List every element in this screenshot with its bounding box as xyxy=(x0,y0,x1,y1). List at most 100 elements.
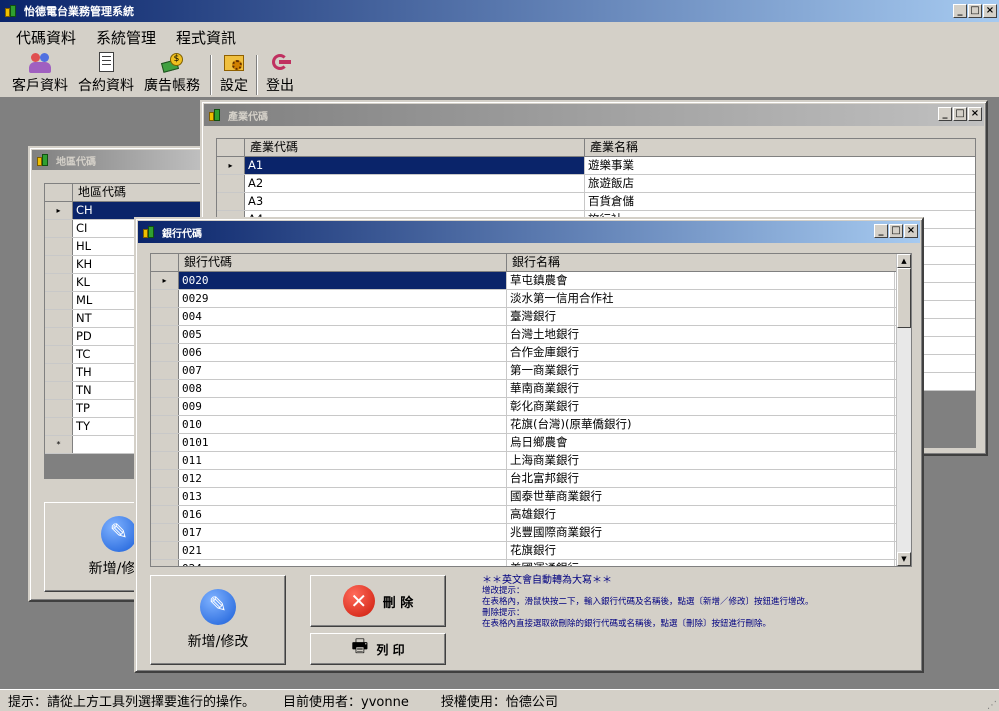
table-row[interactable]: 017 兆豐國際商業銀行 xyxy=(151,524,911,542)
table-cell[interactable]: A2 xyxy=(245,175,585,192)
row-indicator-icon[interactable]: ▸ xyxy=(45,202,73,219)
row-selector[interactable] xyxy=(45,400,73,417)
table-cell[interactable]: 011 xyxy=(179,452,507,469)
resize-grip-icon[interactable]: ⋰ xyxy=(987,700,997,711)
bank-maximize-button[interactable]: □ xyxy=(889,224,903,238)
table-row[interactable]: 013 國泰世華商業銀行 xyxy=(151,488,911,506)
row-selector[interactable] xyxy=(45,256,73,273)
row-selector[interactable] xyxy=(151,326,179,343)
table-cell[interactable]: 花旗銀行 xyxy=(507,542,895,559)
table-row[interactable]: 0101 烏日鄉農會 xyxy=(151,434,911,452)
row-selector[interactable] xyxy=(151,506,179,523)
table-cell[interactable]: 兆豐國際商業銀行 xyxy=(507,524,895,541)
row-selector[interactable] xyxy=(151,380,179,397)
menu-system-admin[interactable]: 系統管理 xyxy=(96,27,156,48)
table-cell[interactable]: 旅遊飯店 xyxy=(585,175,975,192)
row-selector[interactable] xyxy=(217,193,245,210)
ad-billing-button[interactable]: $ 廣告帳務 xyxy=(142,51,202,95)
table-cell[interactable]: 004 xyxy=(179,308,507,325)
industry-minimize-button[interactable]: _ xyxy=(938,107,952,121)
bank-print-button[interactable]: 🖶 列 印 xyxy=(310,633,446,665)
bank-add-edit-button[interactable]: 新增/修改 xyxy=(150,575,286,665)
row-selector[interactable] xyxy=(151,290,179,307)
table-cell[interactable]: 0101 xyxy=(179,434,507,451)
scroll-down-arrow[interactable]: ▼ xyxy=(897,552,911,566)
minimize-button[interactable]: _ xyxy=(953,4,967,18)
row-selector[interactable] xyxy=(217,175,245,192)
row-selector[interactable] xyxy=(151,362,179,379)
table-cell[interactable]: 006 xyxy=(179,344,507,361)
settings-button[interactable]: 設定 xyxy=(218,51,250,95)
table-cell[interactable]: 花旗(台灣)(原華僑銀行) xyxy=(507,416,895,433)
row-selector[interactable] xyxy=(151,398,179,415)
row-indicator-icon[interactable]: ▸ xyxy=(217,157,245,174)
row-selector[interactable] xyxy=(151,542,179,559)
table-cell[interactable]: 臺灣銀行 xyxy=(507,308,895,325)
row-selector[interactable] xyxy=(45,274,73,291)
customer-data-button[interactable]: 客戶資料 xyxy=(10,51,70,95)
menu-program-info[interactable]: 程式資訊 xyxy=(176,27,236,48)
table-row[interactable]: 011 上海商業銀行 xyxy=(151,452,911,470)
bank-delete-button[interactable]: ✕ 刪 除 xyxy=(310,575,446,627)
row-selector[interactable] xyxy=(151,344,179,361)
bank-vertical-scrollbar[interactable]: ▲ ▼ xyxy=(896,254,911,566)
table-cell[interactable]: 010 xyxy=(179,416,507,433)
table-row[interactable]: 006 合作金庫銀行 xyxy=(151,344,911,362)
table-cell[interactable]: 淡水第一信用合作社 xyxy=(507,290,895,307)
table-cell[interactable]: 0029 xyxy=(179,290,507,307)
table-cell[interactable]: 012 xyxy=(179,470,507,487)
table-cell[interactable]: 016 xyxy=(179,506,507,523)
industry-maximize-button[interactable]: □ xyxy=(953,107,967,121)
table-cell[interactable]: A1 xyxy=(245,157,585,174)
scroll-thumb[interactable] xyxy=(897,268,911,328)
scroll-up-arrow[interactable]: ▲ xyxy=(897,254,911,268)
table-cell[interactable]: 009 xyxy=(179,398,507,415)
table-cell[interactable]: 烏日鄉農會 xyxy=(507,434,895,451)
table-row[interactable]: 024美國運通銀行 xyxy=(151,560,911,566)
table-cell[interactable]: 草屯鎮農會 xyxy=(507,272,895,289)
table-cell[interactable]: 013 xyxy=(179,488,507,505)
table-row[interactable]: ▸ A1 遊樂事業 xyxy=(217,157,975,175)
row-selector[interactable] xyxy=(45,418,73,435)
table-cell[interactable]: 017 xyxy=(179,524,507,541)
close-button[interactable]: × xyxy=(983,4,997,18)
table-row[interactable]: ▸ 0020 草屯鎮農會 xyxy=(151,272,911,290)
table-cell[interactable]: 0020 xyxy=(179,272,507,289)
bank-minimize-button[interactable]: _ xyxy=(874,224,888,238)
table-cell[interactable]: 上海商業銀行 xyxy=(507,452,895,469)
table-row[interactable]: 004 臺灣銀行 xyxy=(151,308,911,326)
row-selector[interactable] xyxy=(45,238,73,255)
row-selector[interactable] xyxy=(45,364,73,381)
bank-close-button[interactable]: × xyxy=(904,224,918,238)
table-cell[interactable]: 合作金庫銀行 xyxy=(507,344,895,361)
logout-button[interactable]: 登出 xyxy=(264,51,296,95)
row-selector[interactable] xyxy=(151,488,179,505)
table-cell[interactable]: 024 xyxy=(179,560,507,566)
row-selector[interactable] xyxy=(45,310,73,327)
table-row[interactable]: 007 第一商業銀行 xyxy=(151,362,911,380)
maximize-button[interactable]: □ xyxy=(968,4,982,18)
table-row[interactable]: 008 華南商業銀行 xyxy=(151,380,911,398)
bank-grid[interactable]: 銀行代碼 銀行名稱 ▸ 0020 草屯鎮農會 0029 淡水第一信用合作社 004 臺灣銀行… xyxy=(150,253,912,567)
row-selector[interactable] xyxy=(151,434,179,451)
table-row[interactable]: 010 花旗(台灣)(原華僑銀行) xyxy=(151,416,911,434)
table-cell[interactable]: 005 xyxy=(179,326,507,343)
contract-data-button[interactable]: 合約資料 xyxy=(76,51,136,95)
row-selector[interactable] xyxy=(151,524,179,541)
table-cell[interactable]: 台北富邦銀行 xyxy=(507,470,895,487)
table-row[interactable]: 012 台北富邦銀行 xyxy=(151,470,911,488)
row-indicator-icon[interactable]: ▸ xyxy=(151,272,179,289)
table-row[interactable]: 0029 淡水第一信用合作社 xyxy=(151,290,911,308)
row-selector[interactable] xyxy=(45,292,73,309)
table-row[interactable]: 005 台灣土地銀行 xyxy=(151,326,911,344)
table-cell[interactable]: 華南商業銀行 xyxy=(507,380,895,397)
row-selector[interactable] xyxy=(151,560,179,566)
row-selector[interactable] xyxy=(151,308,179,325)
row-selector[interactable] xyxy=(45,382,73,399)
table-row[interactable]: 009 彰化商業銀行 xyxy=(151,398,911,416)
row-selector[interactable] xyxy=(151,416,179,433)
table-cell[interactable]: 遊樂事業 xyxy=(585,157,975,174)
table-row[interactable]: A3 百貨倉儲 xyxy=(217,193,975,211)
table-cell[interactable]: 百貨倉儲 xyxy=(585,193,975,210)
row-selector[interactable] xyxy=(45,328,73,345)
